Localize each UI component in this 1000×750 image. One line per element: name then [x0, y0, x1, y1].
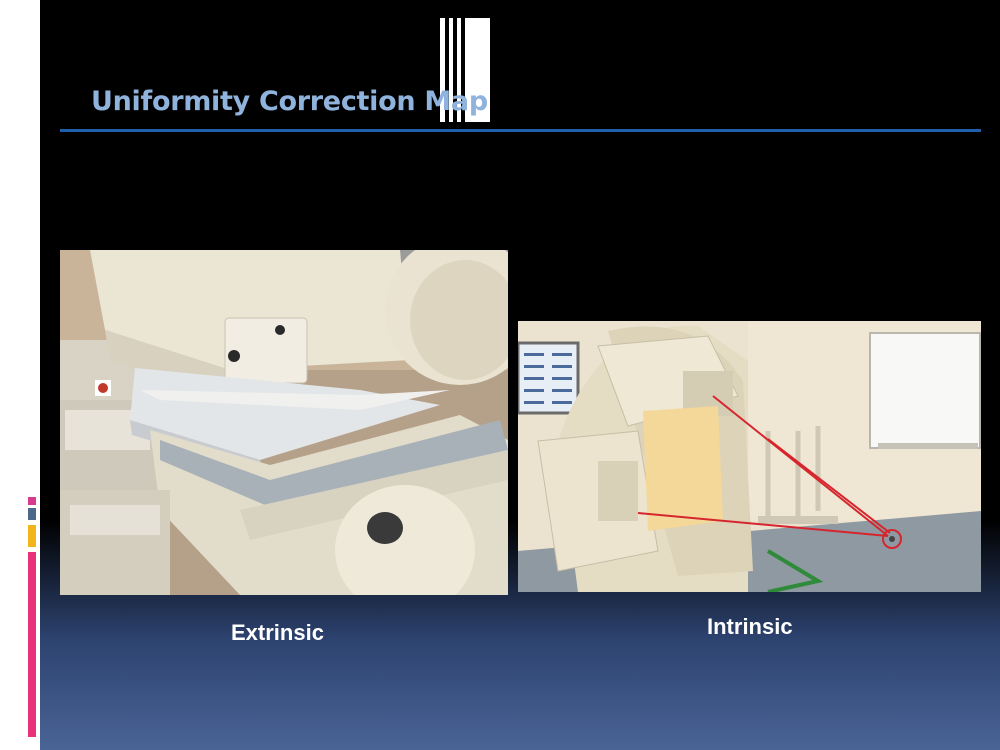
slide: Uniformity Correction Map Extrinsic Intr… [0, 0, 1000, 750]
intrinsic-caption: Intrinsic [707, 614, 793, 639]
extrinsic-photo [60, 250, 508, 595]
strip-mark-gold [28, 525, 36, 547]
strip-mark-slate [28, 508, 36, 520]
slide-title: Uniformity Correction Map [91, 86, 488, 117]
intrinsic-photo-illustration [518, 321, 981, 592]
title-underline [60, 129, 981, 132]
extrinsic-caption: Extrinsic [231, 620, 324, 645]
extrinsic-photo-illustration [60, 250, 508, 595]
intrinsic-photo [518, 321, 981, 592]
strip-mark-pink [28, 497, 36, 505]
strip-mark-magenta [28, 552, 36, 737]
